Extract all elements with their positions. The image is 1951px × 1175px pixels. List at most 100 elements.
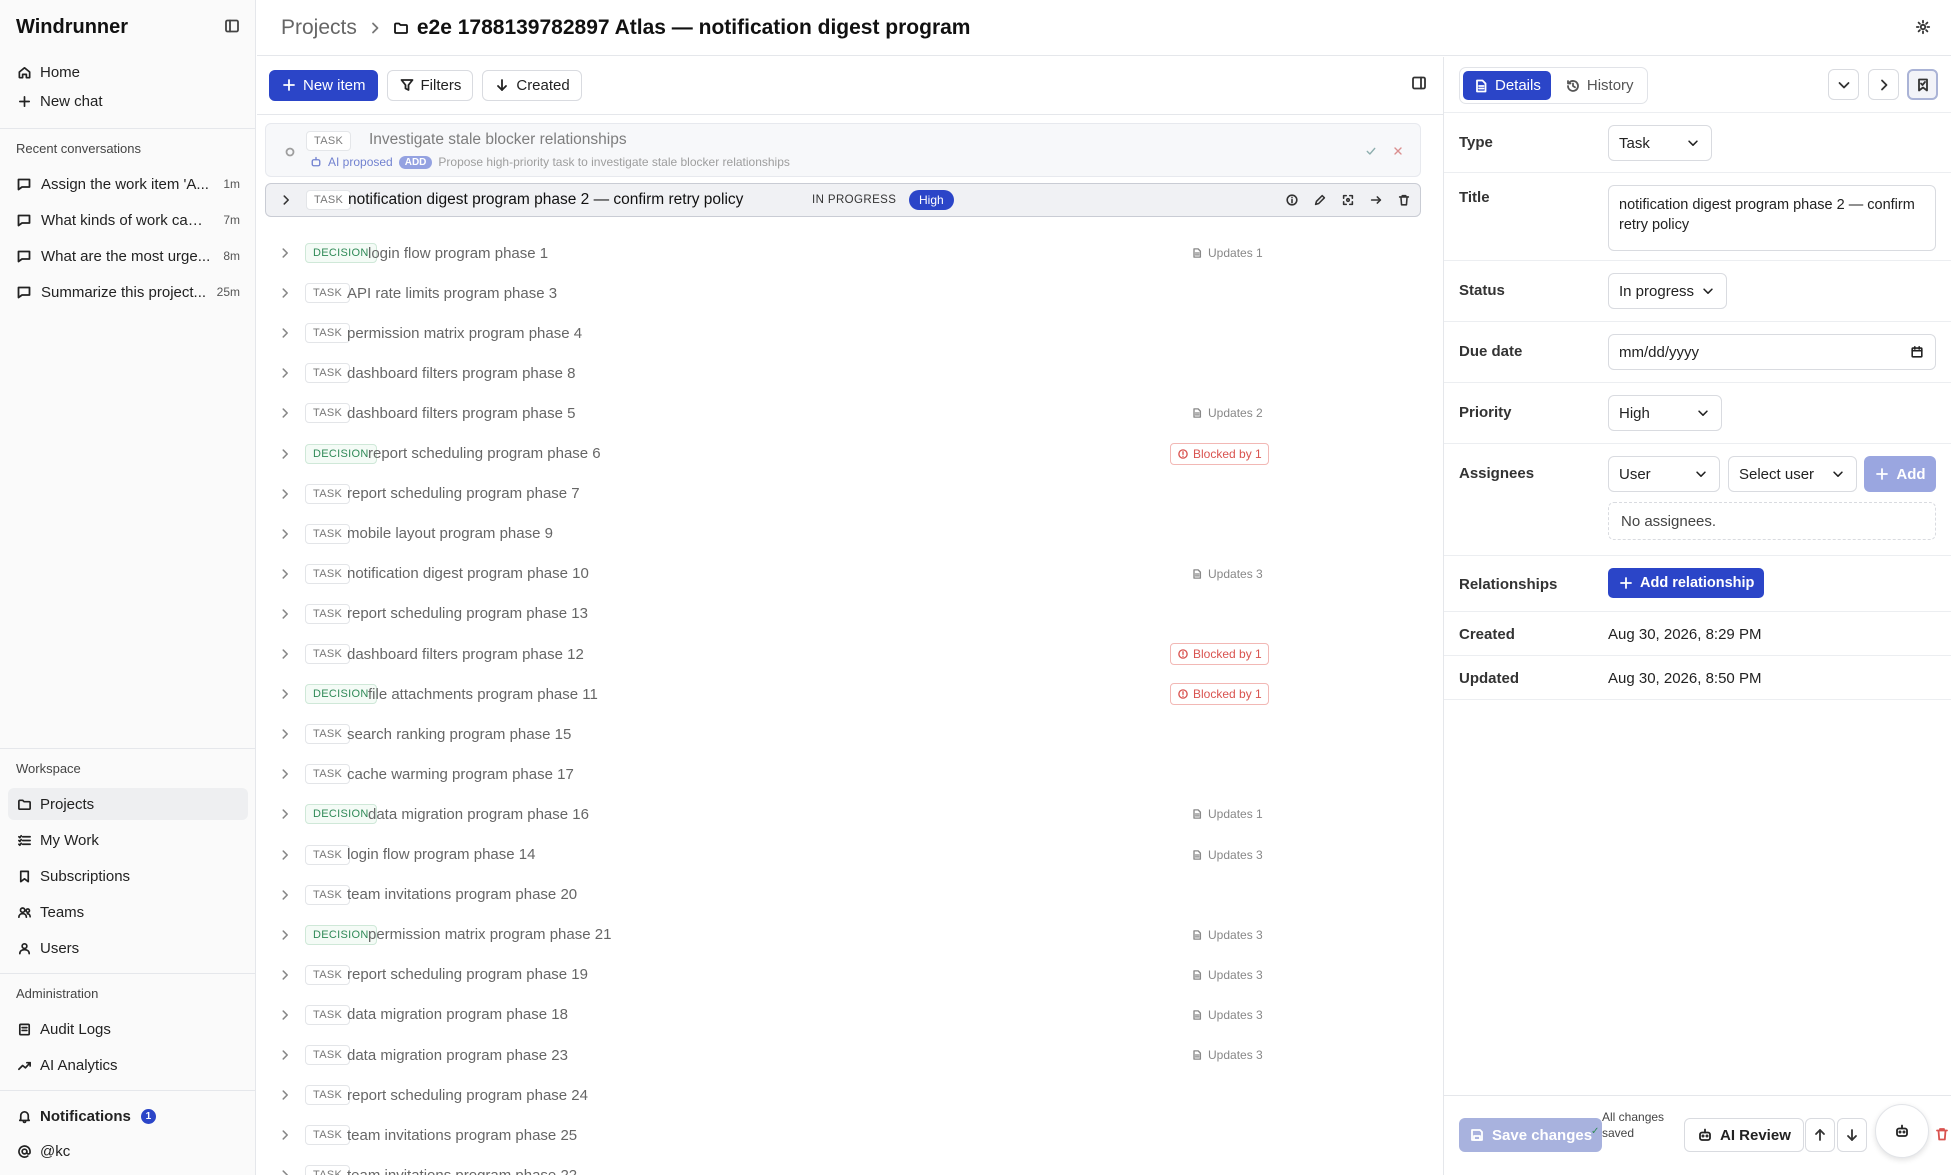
table-row[interactable]: TASK data migration program phase 18 Updat… bbox=[265, 995, 1421, 1035]
add-assignee-button[interactable]: Add bbox=[1864, 456, 1936, 492]
gear-icon[interactable] bbox=[1915, 19, 1931, 35]
chevron-right-icon[interactable] bbox=[278, 192, 294, 208]
table-row[interactable]: TASK data migration program phase 23 Updat… bbox=[265, 1035, 1421, 1075]
table-row[interactable]: DECISION permission matrix program phase … bbox=[265, 915, 1421, 955]
table-row[interactable]: TASK report scheduling program phase 19 Up… bbox=[265, 955, 1421, 995]
table-row[interactable]: TASK notification digest program phase 10… bbox=[265, 554, 1421, 594]
table-row[interactable]: TASK team invitations program phase 25 bbox=[265, 1115, 1421, 1155]
tab-details[interactable]: Details bbox=[1463, 71, 1551, 100]
conversation-item[interactable]: What are the most urge... 8m bbox=[8, 240, 248, 272]
table-row[interactable]: TASK dashboard filters program phase 12 Bl… bbox=[265, 634, 1421, 674]
focus-icon[interactable] bbox=[1340, 192, 1356, 208]
chevron-right-icon[interactable] bbox=[277, 927, 293, 943]
table-row[interactable]: TASK dashboard filters program phase 5 Upd… bbox=[265, 393, 1421, 433]
chevron-right-icon[interactable] bbox=[277, 566, 293, 582]
chevron-right-icon[interactable] bbox=[277, 1047, 293, 1063]
sidebar-item-teams[interactable]: Teams bbox=[8, 896, 248, 928]
arrow-right-icon[interactable] bbox=[1368, 192, 1384, 208]
assignee-kind-select[interactable]: User bbox=[1608, 456, 1720, 492]
table-row[interactable]: DECISION file attachments program phase 1… bbox=[265, 674, 1421, 714]
sort-button[interactable]: Created bbox=[482, 69, 582, 101]
sidebar-item-notifications[interactable]: Notifications 1 bbox=[8, 1100, 248, 1132]
chevron-right-icon[interactable] bbox=[277, 285, 293, 301]
chevron-right-icon[interactable] bbox=[277, 766, 293, 782]
sidebar-item-ai-analytics[interactable]: AI Analytics bbox=[8, 1049, 248, 1081]
reject-close-icon[interactable] bbox=[1390, 143, 1406, 159]
edit-icon[interactable] bbox=[1312, 192, 1328, 208]
collapse-down-button[interactable] bbox=[1828, 69, 1859, 100]
table-row[interactable]: TASK login flow program phase 14 Updates 3 bbox=[265, 835, 1421, 875]
chevron-right-icon[interactable] bbox=[277, 686, 293, 702]
sidebar-toggle-icon[interactable] bbox=[224, 18, 240, 34]
chevron-right-icon[interactable] bbox=[277, 806, 293, 822]
calendar-icon[interactable] bbox=[1909, 344, 1925, 360]
select-user-dropdown[interactable]: Select user bbox=[1728, 456, 1857, 492]
chevron-right-icon[interactable] bbox=[277, 365, 293, 381]
ai-assistant-fab[interactable] bbox=[1875, 1104, 1929, 1158]
table-row[interactable]: TASK dashboard filters program phase 8 bbox=[265, 353, 1421, 393]
type-select[interactable]: Task bbox=[1608, 125, 1712, 161]
tab-history[interactable]: History bbox=[1555, 71, 1644, 100]
chevron-right-icon[interactable] bbox=[277, 1127, 293, 1143]
chevron-right-icon[interactable] bbox=[277, 887, 293, 903]
chevron-right-icon[interactable] bbox=[277, 967, 293, 983]
chevron-right-icon[interactable] bbox=[277, 726, 293, 742]
table-row[interactable]: TASK mobile layout program phase 9 bbox=[265, 514, 1421, 554]
conversation-item[interactable]: Summarize this project... 25m bbox=[8, 276, 248, 308]
table-row[interactable]: TASK cache warming program phase 17 bbox=[265, 754, 1421, 794]
sidebar-user[interactable]: @kc bbox=[8, 1135, 248, 1167]
table-row[interactable]: DECISION report scheduling program phase … bbox=[265, 434, 1421, 474]
move-up-button[interactable] bbox=[1805, 1118, 1835, 1152]
chevron-right-icon[interactable] bbox=[277, 245, 293, 261]
filters-button[interactable]: Filters bbox=[386, 69, 474, 101]
nav-new-chat[interactable]: New chat bbox=[8, 85, 248, 117]
sidebar-item-users[interactable]: Users bbox=[8, 932, 248, 964]
chevron-right-icon[interactable] bbox=[277, 1087, 293, 1103]
breadcrumb-projects[interactable]: Projects bbox=[281, 16, 357, 40]
table-row[interactable]: TASK permission matrix program phase 4 bbox=[265, 313, 1421, 353]
priority-select[interactable]: High bbox=[1608, 395, 1722, 431]
trash-icon[interactable] bbox=[1934, 1126, 1950, 1142]
move-down-button[interactable] bbox=[1837, 1118, 1867, 1152]
table-row[interactable]: TASK report scheduling program phase 13 bbox=[265, 594, 1421, 634]
ai-proposed-row[interactable]: TASK Investigate stale blocker relations… bbox=[265, 123, 1421, 177]
chevron-right-icon[interactable] bbox=[277, 325, 293, 341]
table-row[interactable]: TASK report scheduling program phase 7 bbox=[265, 474, 1421, 514]
chevron-right-icon[interactable] bbox=[277, 446, 293, 462]
status-select[interactable]: In progress bbox=[1608, 273, 1727, 309]
chevron-right-icon[interactable] bbox=[277, 847, 293, 863]
chevron-right-icon[interactable] bbox=[277, 606, 293, 622]
sidebar-item-audit-logs[interactable]: Audit Logs bbox=[8, 1013, 248, 1045]
add-relationship-button[interactable]: Add relationship bbox=[1608, 568, 1765, 598]
info-icon[interactable] bbox=[1284, 192, 1300, 208]
sidebar-item-subscriptions[interactable]: Subscriptions bbox=[8, 860, 248, 892]
table-row[interactable]: TASK API rate limits program phase 3 bbox=[265, 273, 1421, 313]
table-row[interactable]: TASKteam invitations program phase 22 bbox=[265, 1155, 1421, 1175]
chevron-right-icon[interactable] bbox=[277, 1167, 293, 1175]
ai-review-button[interactable]: AI Review bbox=[1684, 1118, 1804, 1152]
pin-panel-button[interactable] bbox=[1907, 69, 1938, 100]
accept-check-icon[interactable] bbox=[1363, 143, 1379, 159]
table-row[interactable]: DECISION login flow program phase 1 Update… bbox=[265, 233, 1421, 273]
chevron-right-icon[interactable] bbox=[277, 646, 293, 662]
due-date-input[interactable]: mm/dd/yyyy bbox=[1608, 334, 1936, 370]
chevron-right-icon[interactable] bbox=[277, 1007, 293, 1023]
nav-home[interactable]: Home bbox=[8, 56, 248, 88]
conversation-item[interactable]: Assign the work item 'A... 1m bbox=[8, 168, 248, 200]
new-item-button[interactable]: New item bbox=[269, 69, 378, 101]
selected-row[interactable]: TASK notification digest program phase 2… bbox=[265, 183, 1421, 217]
table-row[interactable]: DECISION data migration program phase 16 U… bbox=[265, 794, 1421, 834]
table-row[interactable]: TASK team invitations program phase 20 bbox=[265, 875, 1421, 915]
chevron-right-icon[interactable] bbox=[277, 486, 293, 502]
chevron-right-icon[interactable] bbox=[277, 405, 293, 421]
toggle-panel-icon[interactable] bbox=[1411, 75, 1427, 91]
next-item-button[interactable] bbox=[1868, 69, 1899, 100]
sidebar-item-projects[interactable]: Projects bbox=[8, 788, 248, 820]
table-row[interactable]: TASK search ranking program phase 15 bbox=[265, 714, 1421, 754]
save-changes-button[interactable]: Save changes bbox=[1459, 1118, 1603, 1152]
trash-icon[interactable] bbox=[1396, 192, 1412, 208]
table-row[interactable]: TASK report scheduling program phase 24 bbox=[265, 1075, 1421, 1115]
title-textarea[interactable]: notification digest program phase 2 — co… bbox=[1608, 185, 1936, 251]
chevron-right-icon[interactable] bbox=[277, 526, 293, 542]
sidebar-item-my-work[interactable]: My Work bbox=[8, 824, 248, 856]
